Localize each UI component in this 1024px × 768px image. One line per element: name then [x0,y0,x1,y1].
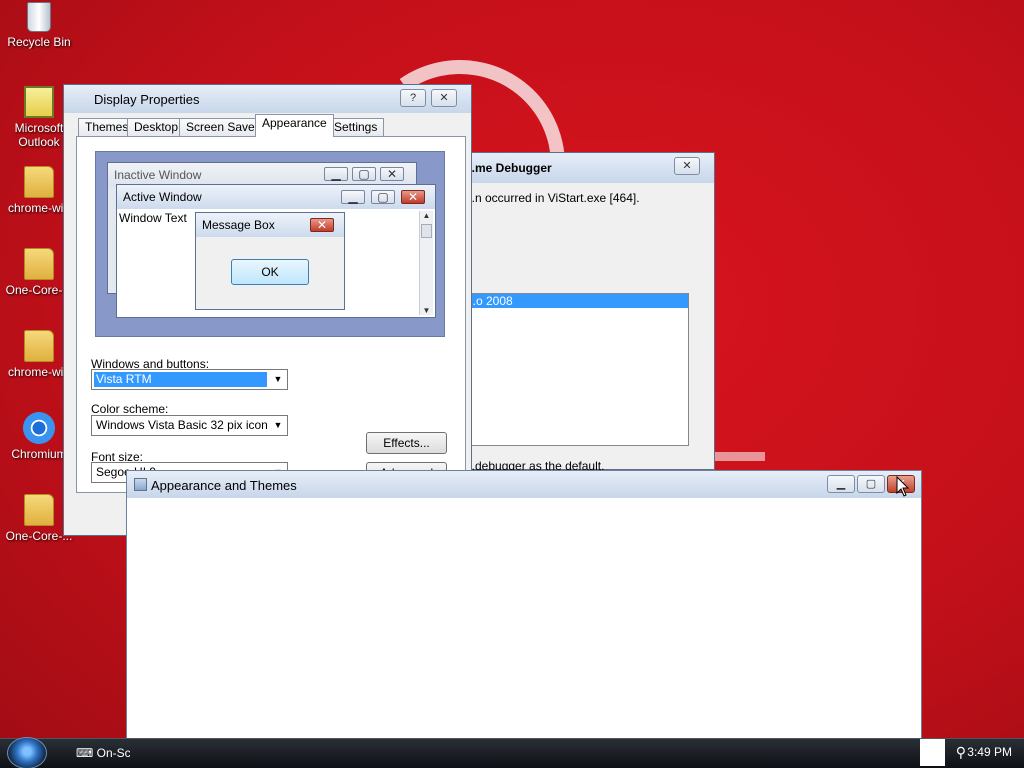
help-button[interactable]: ? [400,89,426,107]
maximize-icon: ▢ [352,167,376,181]
windows-and-buttons-select[interactable]: Vista RTM ▼ [91,369,288,390]
preview-active-title: Active Window [123,190,202,204]
debugger-titlebar[interactable]: ...me Debugger ✕ [441,153,714,183]
effects-button[interactable]: Effects... [366,432,447,454]
color-scheme-select[interactable]: Windows Vista Basic 32 pix icons ▼ [91,415,288,436]
zip-folder-icon [24,330,54,362]
minimize-button[interactable]: ▁ [827,475,855,493]
search-icon[interactable]: ⚲ [956,744,966,761]
desktop-icon-recycle-bin[interactable]: Recycle Bin [0,2,78,49]
taskbar-item-on-screen-keyboard[interactable]: ⌨ On-Sc... [70,741,130,766]
preview-ok-button: OK [231,259,309,285]
outlook-icon [24,86,54,118]
keyboard-icon: ⌨ [76,746,97,760]
preview-window-text: Window Text [119,211,187,225]
color-scheme-label: Color scheme: [91,402,169,416]
close-button[interactable]: ✕ [431,89,457,107]
folder-icon [24,166,54,198]
display-properties-titlebar[interactable]: Display Properties ? ✕ [64,85,471,113]
window-title: Display Properties [94,92,200,107]
preview-message-box-title: Message Box [202,218,275,232]
taskbar-item-label: On-Sc... [96,746,130,760]
debugger-list-item-selected[interactable]: ...o 2008 [462,294,688,308]
preview-message-box: Message Box ✕ OK [195,212,345,310]
folder-icon [24,248,54,280]
control-panel-icon [134,478,147,491]
debugger-window[interactable]: ...me Debugger ✕ ...n occurred in ViStar… [440,152,715,473]
minimize-icon: ▁ [324,167,348,181]
chevron-down-icon: ▼ [273,420,283,430]
desktop-icon-label: Recycle Bin [7,35,71,49]
preview-scrollbar: ▲ ▼ [419,211,433,315]
chevron-down-icon: ▼ [273,374,283,384]
mouse-cursor-icon [896,476,910,497]
preview-inactive-title: Inactive Window [114,168,202,182]
close-icon: ✕ [380,167,404,181]
maximize-button[interactable]: ▢ [857,475,885,493]
appearance-preview: Inactive Window ▁ ▢ ✕ Active Window ▁ ▢ … [95,151,445,337]
wallpaper-swoosh-stripe [715,452,765,461]
debugger-close-button[interactable]: ✕ [674,157,700,175]
taskbar-blank-area [920,739,945,766]
appearance-panel: Inactive Window ▁ ▢ ✕ Active Window ▁ ▢ … [76,136,466,493]
display-properties-window[interactable]: Display Properties ? ✕ Themes Desktop Sc… [63,84,472,536]
scroll-down-icon: ▼ [422,306,431,315]
start-button[interactable] [7,737,47,768]
appearance-themes-titlebar[interactable]: Appearance and Themes ▁ ▢ ✕ [127,471,921,498]
tab-desktop[interactable]: Desktop [127,118,186,136]
taskbar [0,738,1024,768]
tab-screen-saver[interactable]: Screen Saver [179,118,266,136]
appearance-themes-window[interactable]: Appearance and Themes ▁ ▢ ✕ [126,470,922,768]
appearance-themes-content [127,498,921,767]
chromium-icon [23,412,55,444]
scroll-up-icon: ▲ [422,211,431,220]
debugger-list[interactable]: ...o 2008 [461,293,689,446]
recycle-bin-icon [27,2,51,32]
taskbar-clock[interactable]: 3:49 PM [967,745,1012,759]
close-icon: ✕ [310,218,334,232]
scroll-thumb [421,224,432,238]
color-scheme-value: Windows Vista Basic 32 pix icons [96,418,267,432]
zip-folder-icon [24,494,54,526]
tab-appearance[interactable]: Appearance [255,114,334,137]
tab-settings[interactable]: Settings [327,118,385,136]
minimize-icon: ▁ [341,190,365,204]
maximize-icon: ▢ [371,190,395,204]
close-icon: ✕ [401,190,425,204]
debugger-title: ...me Debugger [465,161,552,175]
window-title: Appearance and Themes [151,478,297,493]
debugger-message: ...n occurred in ViStart.exe [464]. [465,191,640,205]
windows-and-buttons-value: Vista RTM [94,372,267,387]
